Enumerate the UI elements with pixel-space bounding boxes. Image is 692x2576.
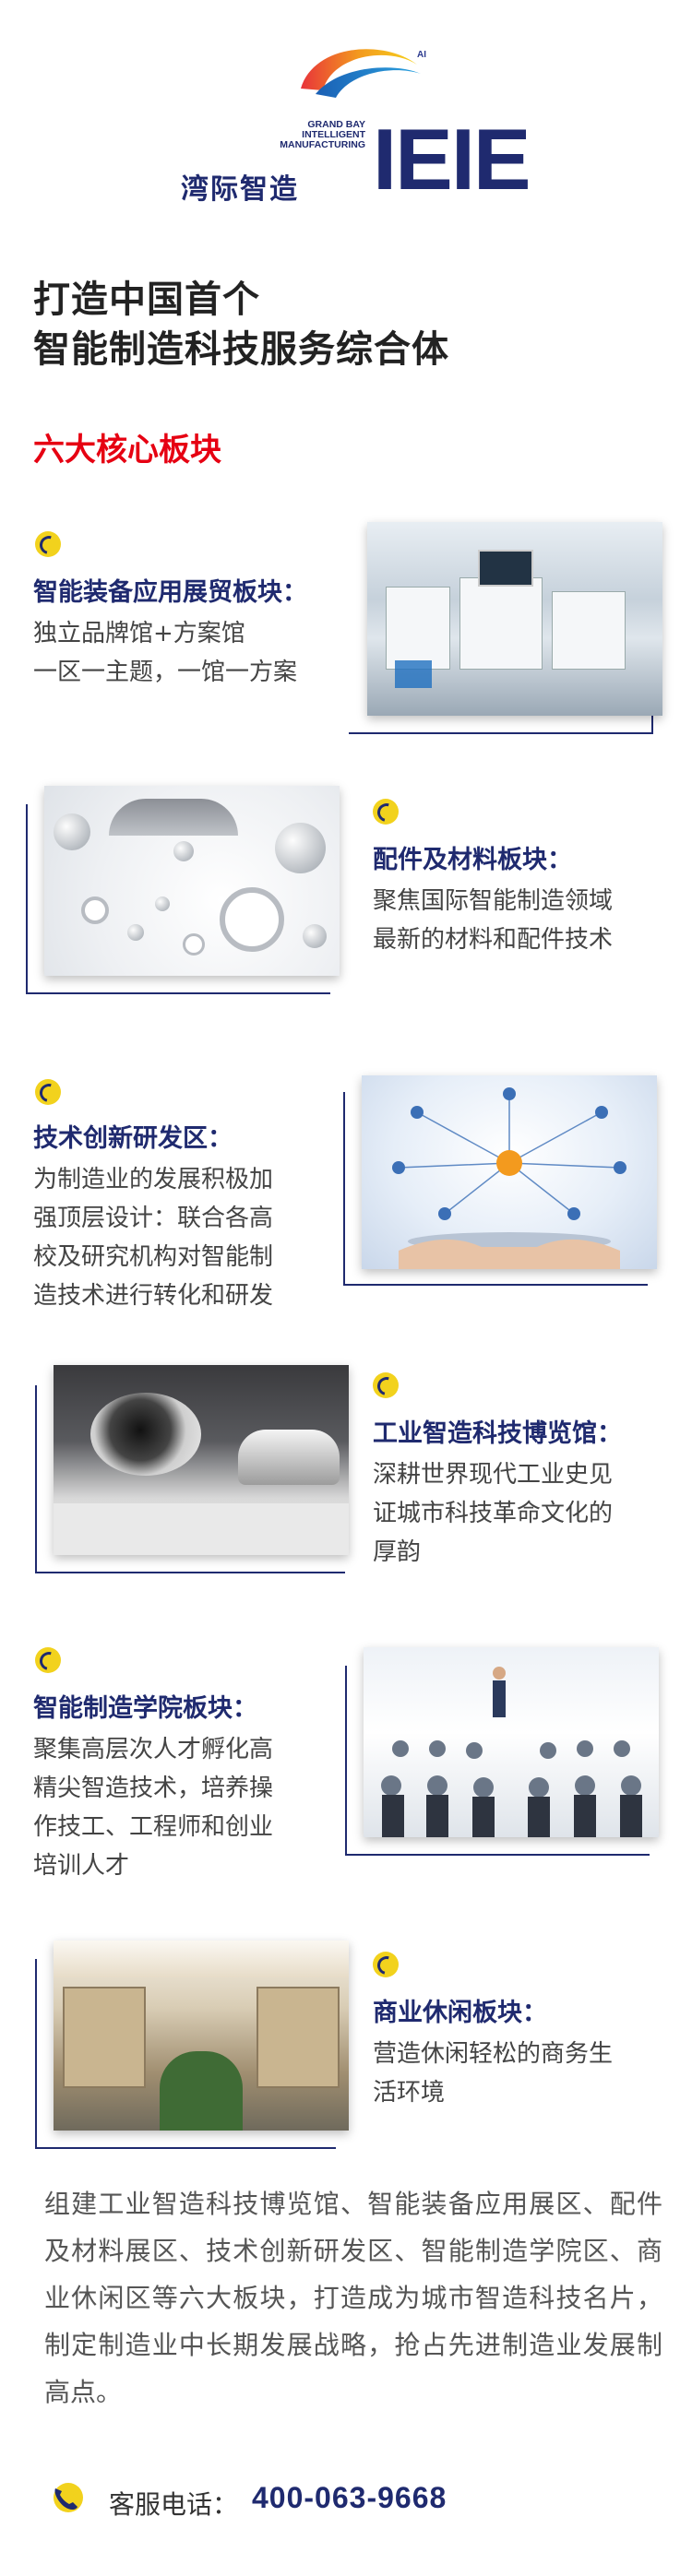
brand-logo: AI GRAND BAY INTELLIGENT MANUFACTURING 湾…: [181, 37, 531, 206]
section-body: 为制造业的发展积极加 强顶层设计：联合各高 校及研究机构对智能制 造技术进行转化…: [33, 1166, 274, 1310]
contact-label: 客服电话：: [109, 2489, 239, 2520]
section-subtitle: 六大核心板块: [33, 432, 221, 469]
section-title: 工业智造科技博览馆：: [373, 1419, 622, 1448]
mall-photo: [54, 1941, 349, 2131]
logo-chinese-text: 湾际智造: [181, 173, 299, 206]
magnets-photo: [44, 786, 340, 976]
section-body: 营造休闲轻松的商务生 活环境: [373, 2040, 614, 2107]
target-dot-icon: [35, 1647, 61, 1673]
equipment-photo: [367, 522, 662, 716]
target-dot-icon: [35, 1079, 61, 1105]
section-title: 智能装备应用展贸板块：: [33, 578, 307, 607]
section-title: 智能制造学院板块：: [33, 1694, 257, 1723]
page-title: 打造中国首个 智能制造科技服务综合体: [33, 279, 449, 371]
section-body: 独立品牌馆+方案馆 一区一主题，一馆一方案: [33, 620, 298, 686]
section-title: 配件及材料板块：: [373, 846, 572, 874]
phone-icon[interactable]: [48, 2479, 85, 2516]
logo-ai-mark: AI: [417, 50, 426, 60]
logo-english-text: GRAND BAY INTELLIGENT MANUFACTURING: [280, 119, 365, 150]
target-dot-icon: [373, 799, 399, 825]
target-dot-icon: [373, 1952, 399, 1977]
section-title: 技术创新研发区：: [33, 1124, 233, 1153]
logo-ieie-text: IEIE: [373, 111, 531, 208]
target-dot-icon: [35, 531, 61, 557]
section-body: 深耕世界现代工业史见 证城市科技革命文化的 厚韵: [373, 1461, 614, 1566]
section-body: 聚焦国际智能制造领域 最新的材料和配件技术: [373, 887, 614, 954]
audience-graphic: [381, 1667, 642, 1837]
section-body: 聚集高层次人才孵化高 精尖智造技术，培养操 作技工、工程师和创业 培训人才: [33, 1736, 274, 1880]
phone-number-link[interactable]: 400-063-9668: [252, 2481, 447, 2515]
seminar-photo: [364, 1647, 659, 1837]
section-title: 商业休闲板块：: [373, 1999, 547, 2027]
circuit-photo: [362, 1075, 657, 1269]
logo-arc-icon: [301, 49, 421, 98]
summary-paragraph: 组建工业智造科技博览馆、智能装备应用展区、配件及材料展区、技术创新研发区、智能制…: [44, 2189, 662, 2407]
museum-photo: [54, 1365, 349, 1555]
circuit-graphic: [392, 1087, 626, 1269]
target-dot-icon: [373, 1372, 399, 1398]
